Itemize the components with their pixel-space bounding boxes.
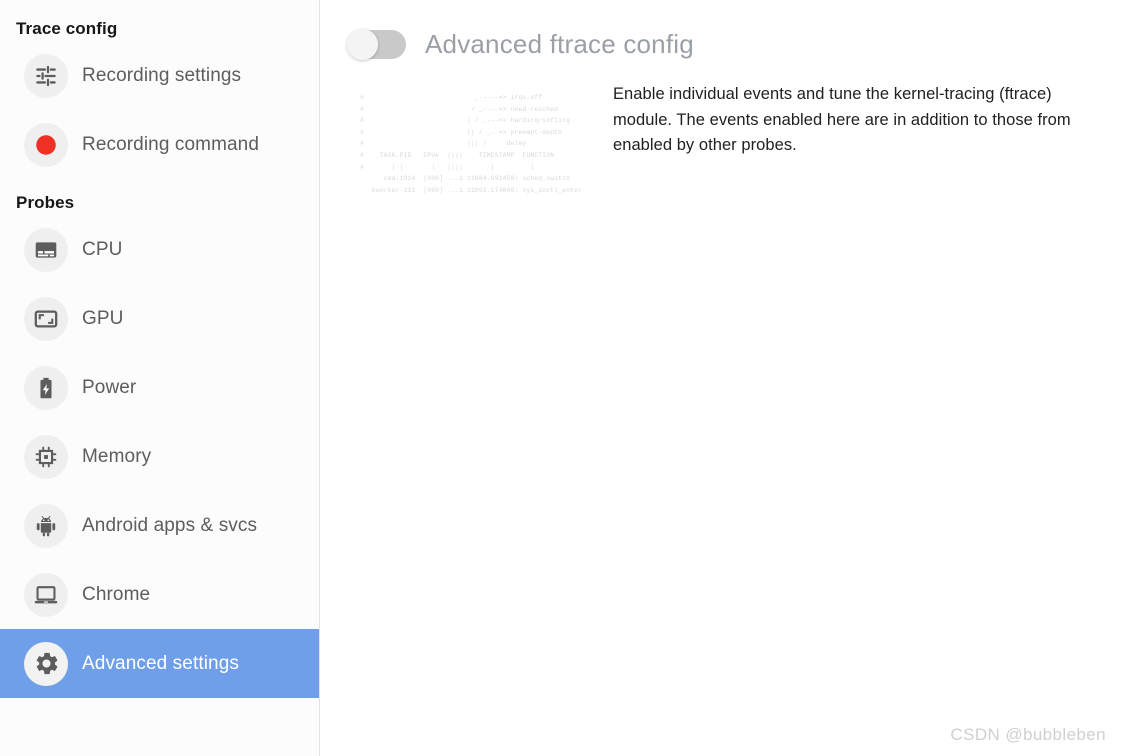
sidebar-item-recording-settings[interactable]: Recording settings <box>0 41 319 110</box>
sidebar-item-label: Memory <box>82 445 152 467</box>
watermark: CSDN @bubbleben <box>950 725 1106 744</box>
sidebar-item-android-apps-and-svcs[interactable]: Android apps & svcs <box>0 491 319 560</box>
android-robot-icon <box>24 503 68 548</box>
probe-body: # _-----=> irqs-off # / _----=> need-res… <box>320 78 1123 196</box>
battery-bolt-icon <box>24 365 68 410</box>
cpu-card-icon <box>24 227 68 272</box>
sidebar-item-label: GPU <box>82 307 124 329</box>
record-circle-icon <box>24 122 68 167</box>
gear-icon <box>24 641 68 686</box>
sidebar-item-label: Android apps & svcs <box>82 514 258 536</box>
probe-header: Advanced ftrace config <box>320 0 1123 60</box>
probes-list: CPU GPU Power Memory Android apps & svcs… <box>0 215 319 698</box>
sidebar-item-label: Recording command <box>82 133 260 155</box>
advanced-ftrace-config-toggle[interactable] <box>347 29 406 60</box>
sidebar-item-recording-command[interactable]: Recording command <box>0 110 319 179</box>
memory-chip-icon <box>24 434 68 479</box>
sidebar-item-power[interactable]: Power <box>0 353 319 422</box>
toggle-knob <box>347 29 378 60</box>
perfetto-record-page: Trace config Recording settings Recordin… <box>0 0 1123 756</box>
ftrace-sample-output: # _-----=> irqs-off # / _----=> need-res… <box>348 78 613 196</box>
probe-description: Enable individual events and tune the ke… <box>613 85 1071 154</box>
sidebar-item-memory[interactable]: Memory <box>0 422 319 491</box>
trace-config-list: Recording settings Recording command <box>0 41 319 179</box>
sidebar-heading-trace-config: Trace config <box>16 19 118 38</box>
sidebar-item-label: Power <box>82 376 137 398</box>
gpu-aspect-ratio-icon <box>24 296 68 341</box>
ftrace-ascii-art: # _-----=> irqs-off # / _----=> need-res… <box>360 94 582 194</box>
sidebar-item-advanced-settings[interactable]: Advanced settings <box>0 629 319 698</box>
sidebar-item-gpu[interactable]: GPU <box>0 284 319 353</box>
sidebar-heading-probes: Probes <box>16 193 75 212</box>
probe-title: Advanced ftrace config <box>425 29 694 59</box>
sidebar-item-cpu[interactable]: CPU <box>0 215 319 284</box>
sidebar-item-chrome[interactable]: Chrome <box>0 560 319 629</box>
sidebar-item-label: Chrome <box>82 583 151 605</box>
sidebar: Trace config Recording settings Recordin… <box>0 0 320 756</box>
sidebar-item-label: Advanced settings <box>82 652 239 674</box>
probe-detail-pane: Advanced ftrace config # _-----=> irqs-o… <box>320 0 1123 756</box>
sidebar-item-label: Recording settings <box>82 64 242 86</box>
sidebar-item-label: CPU <box>82 238 123 260</box>
laptop-icon <box>24 572 68 617</box>
tune-sliders-icon <box>24 53 68 98</box>
